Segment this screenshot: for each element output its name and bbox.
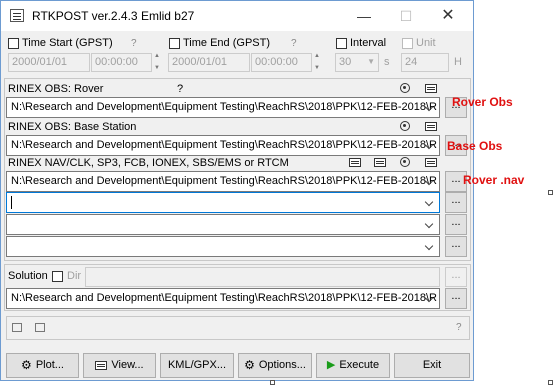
nav-options-icon[interactable] [400,157,410,167]
window-title: RTKPOST ver.2.4.3 Emlid b27 [32,9,195,23]
rinex-base-path: N:\Research and Development\Equipment Te… [11,139,437,151]
chevron-down-icon[interactable] [421,215,439,234]
rinex-rover-path-combo[interactable]: N:\Research and Development\Equipment Te… [6,97,440,118]
plot-button[interactable]: ⚙ Plot... [6,353,79,378]
time-start-help[interactable]: ? [131,38,137,49]
time-end-help[interactable]: ? [291,38,297,49]
solution-dir-field[interactable] [85,267,440,287]
status-bar [6,316,470,340]
file2-view-icon[interactable] [374,158,386,167]
unit-field[interactable]: 24 [401,53,449,72]
extra-file-3-browse-button[interactable]: ... [445,236,467,257]
chevron-down-icon[interactable] [421,289,439,308]
gear-icon: ⚙ [244,358,255,372]
chevron-down-icon[interactable] [421,136,439,155]
gear-icon: ⚙ [21,358,32,372]
status-help[interactable]: ? [456,322,462,333]
rinex-base-label: RINEX OBS: Base Station [8,121,137,133]
text-caret [11,196,12,209]
time-start-spinner[interactable] [153,53,163,72]
chevron-down-icon: ▼ [367,57,375,66]
rtkpost-window: RTKPOST ver.2.4.3 Emlid b27 — ☐ ✕ Time S… [0,0,474,381]
view-button[interactable]: View... [83,353,156,378]
time-start-date-field[interactable]: 2000/01/01 [8,53,90,72]
time-start-label: Time Start (GPST) [22,37,113,49]
solution-dir-label: Dir [67,270,82,282]
kml-gpx-button[interactable]: KML/GPX... [160,353,234,378]
chevron-down-icon[interactable] [421,98,439,117]
resize-handle-corner[interactable] [548,380,553,385]
time-end-checkbox[interactable] [169,38,180,49]
rinex-rover-label: RINEX OBS: Rover [8,83,104,95]
rinex-base-path-combo[interactable]: N:\Research and Development\Equipment Te… [6,135,440,156]
time-end-date-field[interactable]: 2000/01/01 [168,53,250,72]
time-start-checkbox[interactable] [8,38,19,49]
solution-label: Solution [8,270,48,282]
rinex-rover-help[interactable]: ? [177,83,183,95]
time-start-time-field[interactable]: 00:00:00 [91,53,152,72]
chevron-down-icon[interactable] [421,237,439,256]
chevron-down-icon[interactable] [421,172,439,191]
exit-button[interactable]: Exit [394,353,470,378]
rover-view-file-icon[interactable] [425,84,437,93]
interval-unit: s [384,56,390,68]
maximize-button[interactable]: ☐ [389,1,423,31]
extra-file-1-combo[interactable] [6,192,440,213]
extra-file-2-browse-button[interactable]: ... [445,214,467,235]
chevron-down-icon[interactable] [421,193,439,212]
status-panel-icon [35,323,45,332]
annotation-rover-obs: Rover Obs [452,95,513,109]
play-icon: ▶ [326,359,336,371]
unit-suffix: H [454,56,462,68]
minimize-button[interactable]: — [347,1,381,31]
rinex-rover-path: N:\Research and Development\Equipment Te… [11,101,437,113]
rinex-nav-label: RINEX NAV/CLK, SP3, FCB, IONEX, SBS/EMS … [8,157,289,169]
solution-path: N:\Research and Development\Equipment Te… [11,292,437,304]
interval-select[interactable]: 30 ▼ [335,53,379,72]
time-end-label: Time End (GPST) [183,37,270,49]
rinex-nav-path-combo[interactable]: N:\Research and Development\Equipment Te… [6,171,440,192]
execute-button[interactable]: ▶ Execute [316,353,390,378]
rover-options-icon[interactable] [400,83,410,93]
interval-value: 30 [339,56,352,68]
extra-file-1-browse-button[interactable]: ... [445,192,467,213]
rinex-nav-path: N:\Research and Development\Equipment Te… [11,175,437,187]
title-bar: RTKPOST ver.2.4.3 Emlid b27 — ☐ ✕ [1,1,473,31]
annotation-base-obs: Base Obs [447,139,503,153]
solution-dir-checkbox[interactable] [52,271,63,282]
app-icon [10,9,24,22]
extra-file-2-combo[interactable] [6,214,440,235]
unit-checkbox[interactable] [402,38,413,49]
solution-path-combo[interactable]: N:\Research and Development\Equipment Te… [6,288,440,309]
base-options-icon[interactable] [400,121,410,131]
file3-view-icon[interactable] [425,158,437,167]
time-end-time-field[interactable]: 00:00:00 [251,53,312,72]
resize-handle-bottom[interactable] [270,380,275,385]
time-end-spinner[interactable] [313,53,323,72]
status-panel-icon [12,323,22,332]
nav-view-file-icon[interactable] [349,158,361,167]
interval-checkbox[interactable] [336,38,347,49]
solution-browse-button[interactable]: ... [445,288,467,309]
base-view-file-icon[interactable] [425,122,437,131]
document-icon [95,361,108,370]
solution-dir-browse-button[interactable]: ... [445,267,467,287]
extra-file-3-combo[interactable] [6,236,440,257]
interval-label: Interval [350,37,387,49]
annotation-rover-nav: Rover .nav [463,173,525,187]
options-button[interactable]: ⚙ Options... [238,353,312,378]
resize-handle-right[interactable] [548,190,553,195]
unit-label: Unit [416,37,436,49]
close-button[interactable]: ✕ [431,1,465,31]
